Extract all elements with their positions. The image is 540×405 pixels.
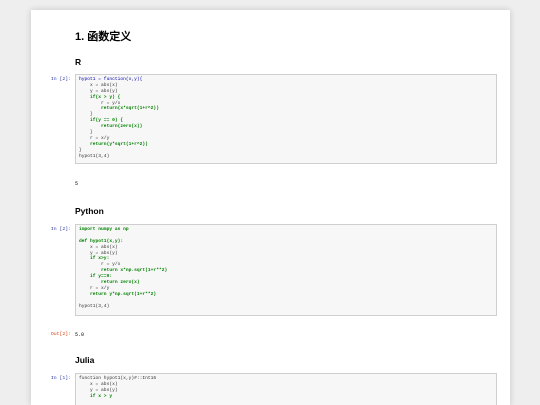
r-code-cell[interactable]: hypot1 = function(x,y){ x = abs(x) y = a… — [75, 74, 497, 164]
python-output: 5.0 — [75, 332, 85, 338]
python-code-cell[interactable]: import numpy as np def hypot1(x,y): x = … — [75, 224, 497, 316]
julia-code-cell[interactable]: function hypot1(x,y)#::Int16 x = abs(x) … — [75, 373, 497, 405]
python-heading: Python — [75, 206, 104, 216]
python-out-prompt: Out[2]: — [50, 332, 71, 337]
code-line: if x > y — [79, 393, 113, 399]
code-line: hypot1(3,4) — [79, 153, 110, 159]
julia-heading: Julia — [75, 355, 95, 365]
section-heading: 1. 函数定义 — [75, 31, 132, 43]
notebook-page: 1. 函数定义 R In [2]: hypot1 = function(x,y)… — [31, 10, 510, 405]
code-line: hypot1(3,4) — [79, 303, 110, 309]
julia-in-prompt: In [1]: — [50, 376, 71, 381]
r-heading: R — [75, 57, 82, 67]
python-in-prompt: In [2]: — [50, 227, 71, 232]
r-output: 5 — [75, 181, 79, 187]
r-in-prompt: In [2]: — [50, 77, 71, 82]
